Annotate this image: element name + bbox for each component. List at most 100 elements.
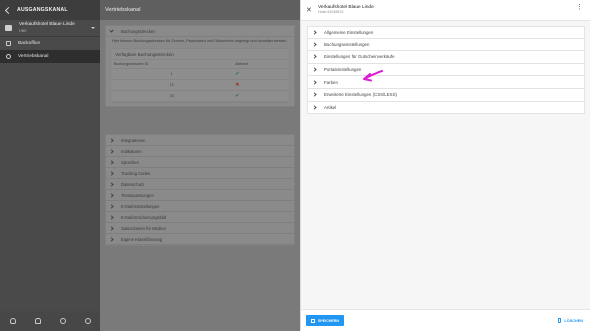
chevron-right-icon: [109, 181, 114, 187]
sidebar-item-label: Vertriebskanal: [18, 54, 49, 59]
page-header: Vertriebskanal: [100, 0, 300, 20]
save-button-label: SPEICHERN: [318, 318, 339, 323]
chevron-right-icon: [312, 67, 317, 72]
chevron-right-icon: [312, 42, 317, 47]
accordion-label: E-Mail-Einstellungen: [121, 203, 160, 209]
available-booking-paths: Verfügbare Buchungsstrecken Buchungsstre…: [110, 48, 290, 103]
sidebar-title: AUSGANGSKANAL: [17, 7, 68, 13]
section-description: Hier können Buchungsstrecken für Zimmer,…: [112, 39, 288, 43]
booking-path-id: 1: [111, 68, 233, 80]
grid-icon: [6, 41, 11, 46]
chevron-right-icon: [109, 192, 114, 198]
trash-icon: [557, 318, 562, 323]
accordion-item[interactable]: Datenschutz: [106, 179, 294, 190]
accordion-label: Indikatoren: [121, 148, 142, 154]
booking-paths-table: Buchungsstrecken ID Aktiviert 1 ✔ 12 ✖ 23 ✔: [111, 60, 289, 102]
accordion-item[interactable]: Indikatoren: [106, 146, 294, 157]
delete-button-label: LÖSCHEN: [564, 318, 583, 323]
accordion-item[interactable]: Eigene Klassifizierung: [106, 234, 294, 245]
drawer-item-label: Erweiterte Einstellungen (CSS/LESS): [324, 92, 397, 98]
sidebar-item-backoffice[interactable]: Backoffice: [0, 37, 100, 50]
power-icon[interactable]: [84, 318, 91, 324]
sidebar-item-label: Backoffice: [18, 41, 41, 46]
accordion-label: Eigene Klassifizierung: [121, 236, 163, 242]
column-header-active: Aktiviert: [232, 60, 289, 69]
check-icon: ✔: [232, 68, 289, 80]
table-row[interactable]: 1 ✔: [111, 68, 289, 80]
drawer-setting-item[interactable]: Erweiterte Einstellungen (CSS/LESS): [307, 88, 585, 102]
accordion-item[interactable]: Saisonzeiten für Medien: [106, 223, 294, 234]
chevron-right-icon: [109, 170, 114, 176]
chevron-right-icon: [109, 148, 114, 154]
accordion-label: E-Mail-Erscheinungsbild: [121, 214, 167, 220]
cross-icon: ✖: [232, 79, 289, 91]
dropdown-caret-icon[interactable]: [91, 27, 95, 29]
drawer-setting-item[interactable]: Einstellungen für Gutscheinverkäufe: [307, 51, 585, 64]
drawer-setting-item[interactable]: Farben: [307, 76, 585, 89]
accordion-label: Datenschutz: [121, 181, 145, 187]
delete-button[interactable]: LÖSCHEN: [557, 315, 583, 326]
chevron-down-icon: [109, 27, 114, 33]
chevron-right-icon: [109, 225, 114, 231]
left-sidebar: AUSGANGSKANAL Verkaufshotel Blaue Linde …: [0, 0, 100, 331]
settings-drawer: ✕ Verkaufshotel Blaue Linde Hotel #12456…: [300, 0, 590, 331]
sidebar-header[interactable]: AUSGANGSKANAL: [0, 0, 100, 20]
hotel-switcher[interactable]: Verkaufshotel Blaue Linde HBE: [0, 20, 100, 37]
chevron-right-icon: [109, 159, 114, 165]
page-title: Vertriebskanal: [105, 7, 141, 13]
chevron-right-icon: [312, 54, 317, 60]
buchungsstrecken-panel: Buchungsstrecken Hier können Buchungsstr…: [105, 25, 295, 107]
drawer-setting-item[interactable]: Artikel: [307, 101, 585, 115]
sidebar-footer: [0, 311, 100, 331]
table-row[interactable]: 23 ✔: [111, 90, 289, 102]
chevron-right-icon: [312, 92, 317, 97]
drawer-header: ✕ Verkaufshotel Blaue Linde Hotel #12456…: [301, 0, 590, 21]
main-page: Vertriebskanal Buchungsstrecken Hier kön…: [100, 0, 300, 331]
annotation-arrow-icon: [363, 70, 383, 82]
accordion-label: Tracking Codes: [121, 170, 151, 176]
sidebar-item-vertriebskanal[interactable]: Vertriebskanal: [0, 50, 100, 63]
chevron-right-icon: [312, 80, 317, 85]
accordion-item[interactable]: E-Mail-Einstellungen: [106, 201, 294, 212]
hotel-name: Verkaufshotel Blaue Linde: [19, 22, 75, 27]
accordion-label: Textanpassungen: [121, 192, 154, 198]
close-icon[interactable]: ✕: [306, 7, 314, 14]
help-icon[interactable]: [59, 318, 66, 324]
hotel-icon: [5, 25, 12, 31]
accordion-item[interactable]: Sprachen: [106, 157, 294, 168]
check-icon: ✔: [232, 90, 289, 102]
drawer-setting-item[interactable]: Portaleinstellungen: [307, 63, 585, 77]
user-icon[interactable]: [9, 318, 16, 324]
table-row[interactable]: 12 ✖: [111, 79, 289, 91]
drawer-setting-item[interactable]: Allgemeine Einstellungen: [307, 26, 585, 39]
chevron-right-icon: [109, 214, 114, 220]
bell-icon[interactable]: [34, 318, 41, 324]
accordion-label: Integrationen: [121, 137, 146, 143]
back-chevron-icon[interactable]: [4, 6, 13, 14]
drawer-settings-list: Allgemeine Einstellungen Buchungseinstell…: [307, 26, 585, 115]
accordion-item[interactable]: Textanpassungen: [106, 190, 294, 201]
more-options-icon[interactable]: ⋮: [576, 4, 583, 11]
booking-path-id: 23: [111, 90, 233, 102]
accordion-item[interactable]: Integrationen: [106, 135, 294, 146]
save-icon: [311, 318, 316, 323]
column-header-id: Buchungsstrecken ID: [111, 60, 233, 69]
drawer-item-label: Buchungseinstellungen: [324, 41, 370, 47]
drawer-item-label: Einstellungen für Gutscheinverkäufe: [324, 54, 395, 60]
accordion-buchungsstrecken[interactable]: Buchungsstrecken: [106, 26, 294, 37]
hotel-code: HBE: [19, 29, 27, 33]
drawer-item-label: Farben: [324, 79, 338, 85]
save-button[interactable]: SPEICHERN: [306, 315, 344, 326]
accordion-item[interactable]: Tracking Codes: [106, 168, 294, 179]
drawer-setting-item[interactable]: Buchungseinstellungen: [307, 38, 585, 52]
settings-accordion-list: Integrationen Indikatoren Sprachen Tracking…: [105, 134, 295, 246]
chevron-right-icon: [312, 30, 317, 35]
accordion-label: Sprachen: [121, 159, 139, 165]
drawer-subtitle: Hotel #1245674: [318, 10, 344, 14]
chevron-right-icon: [109, 236, 114, 242]
chevron-right-icon: [109, 203, 114, 209]
drawer-footer: SPEICHERN LÖSCHEN: [301, 309, 590, 331]
share-icon: [6, 54, 11, 59]
accordion-item[interactable]: E-Mail-Erscheinungsbild: [106, 212, 294, 223]
chevron-right-icon: [109, 137, 114, 143]
